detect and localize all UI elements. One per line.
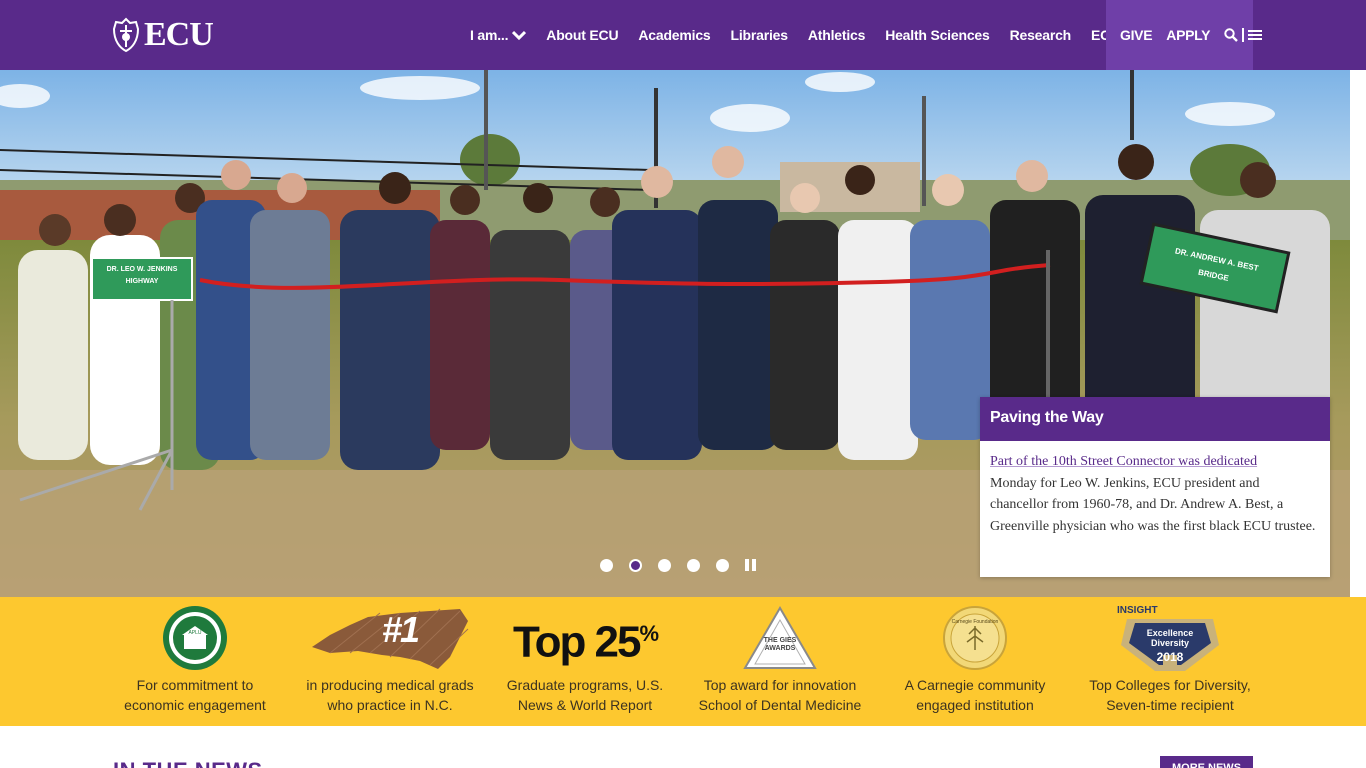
- number-one-badge: #1: [382, 609, 420, 650]
- aplu-seal-icon: APLU: [163, 606, 227, 670]
- caption-title: Paving the Way: [980, 397, 1330, 441]
- ecu-logo[interactable]: ECU: [112, 16, 214, 54]
- search-icon[interactable]: [1224, 28, 1239, 42]
- nav-about-ecu[interactable]: About ECU: [546, 27, 618, 43]
- ranking-line: Graduate programs, U.S.: [506, 677, 664, 693]
- ranking-top-25[interactable]: Top 25% Graduate programs, U.S. News & W…: [495, 605, 675, 715]
- slide-dot-4[interactable]: [687, 558, 700, 572]
- ranking-line: News & World Report: [517, 697, 653, 713]
- nav-libraries[interactable]: Libraries: [731, 27, 789, 43]
- logo-wordmark: ECU: [144, 16, 214, 53]
- ranking-line: For commitment to: [136, 677, 254, 693]
- pause-icon[interactable]: [745, 558, 758, 572]
- ranking-line: Top award for innovation: [703, 677, 857, 693]
- ranking-line: Seven-time recipient: [1106, 697, 1234, 713]
- insight-mid1: Excellence: [1146, 628, 1194, 638]
- slide-controls: [600, 558, 758, 572]
- nav-academics[interactable]: Academics: [638, 27, 710, 43]
- nav-athletics[interactable]: Athletics: [808, 27, 866, 43]
- top-25-icon: Top 25%: [495, 605, 675, 671]
- nav-label: I am...: [470, 27, 509, 43]
- carnegie-seal-icon: [943, 606, 1007, 670]
- more-news-button[interactable]: MORE NEWS: [1160, 756, 1253, 768]
- caption-text: Monday for Leo W. Jenkins, ECU president…: [990, 475, 1316, 534]
- ranking-line: A Carnegie community: [904, 677, 1046, 693]
- slide-dot-5[interactable]: [716, 558, 729, 572]
- ranking-medical-grads[interactable]: #1 in producing medical grads who practi…: [300, 605, 480, 715]
- ranking-line: who practice in N.C.: [327, 697, 453, 713]
- ranking-line: engaged institution: [916, 697, 1034, 713]
- hero-caption-card: Paving the Way Part of the 10th Street C…: [980, 397, 1330, 577]
- apply-link[interactable]: APPLY: [1166, 27, 1210, 43]
- nav-health-sciences[interactable]: Health Sciences: [885, 27, 990, 43]
- top-25-badge: Top 25: [512, 617, 642, 667]
- sign-leo-jenkins: DR. LEO W. JENKINS HIGHWAY: [96, 264, 188, 288]
- top-25-percent: %: [639, 620, 659, 646]
- svg-text:APLU: APLU: [188, 630, 201, 636]
- insight-top: INSIGHT: [1117, 605, 1158, 616]
- ranking-line: School of Dental Medicine: [698, 697, 862, 713]
- ranking-line: in producing medical grads: [306, 677, 474, 693]
- main-nav: I am... About ECU Academics Libraries At…: [470, 0, 1167, 70]
- ecu-shield-icon: [112, 17, 140, 53]
- slide-dot-2[interactable]: [629, 558, 642, 572]
- slide-dot-1[interactable]: [600, 558, 613, 572]
- carnegie-badge: Carnegie Foundation: [951, 619, 999, 625]
- insight-year: 2018: [1156, 650, 1184, 664]
- nav-i-am[interactable]: I am...: [470, 27, 527, 43]
- page-edge: [1350, 70, 1366, 597]
- sign-line: DR. LEO W. JENKINS: [106, 266, 178, 273]
- ranking-line: economic engagement: [124, 697, 266, 713]
- gies-badge: THE GIES AWARDS: [763, 637, 797, 652]
- news-title: IN THE NEWS: [113, 758, 263, 768]
- caption-link[interactable]: Part of the 10th Street Connector was de…: [990, 454, 1257, 469]
- cta-group: GIVE APPLY: [1106, 0, 1263, 70]
- insight-badge: INSIGHT Excellence Diversity 2018: [1115, 605, 1225, 664]
- insight-mid2: Diversity: [1150, 638, 1190, 648]
- give-link[interactable]: GIVE: [1120, 27, 1153, 43]
- rankings-band: APLU For commitment to economic engageme…: [0, 597, 1366, 726]
- ranking-line: Top Colleges for Diversity,: [1089, 677, 1251, 693]
- slide-dot-3[interactable]: [658, 558, 671, 572]
- ranking-insight-diversity[interactable]: INSIGHT Excellence Diversity 2018 Top Co…: [1080, 605, 1260, 715]
- caption-body: Part of the 10th Street Connector was de…: [980, 441, 1330, 537]
- chevron-down-icon: [512, 30, 527, 40]
- menu-icon[interactable]: [1248, 29, 1263, 41]
- sign-line: HIGHWAY: [125, 278, 159, 285]
- nav-research[interactable]: Research: [1010, 27, 1072, 43]
- ranking-carnegie[interactable]: Carnegie Foundation A Carnegie community…: [885, 605, 1065, 715]
- ranking-aplu[interactable]: APLU For commitment to economic engageme…: [105, 605, 285, 715]
- ranking-gies-award[interactable]: THE GIES AWARDS Top award for innovation…: [690, 605, 870, 715]
- divider-icon: [1242, 28, 1245, 42]
- tools-group: [1224, 27, 1263, 43]
- site-header: ECU I am... About ECU Academics Librarie…: [0, 0, 1366, 70]
- news-section: IN THE NEWS MORE NEWS: [0, 726, 1366, 768]
